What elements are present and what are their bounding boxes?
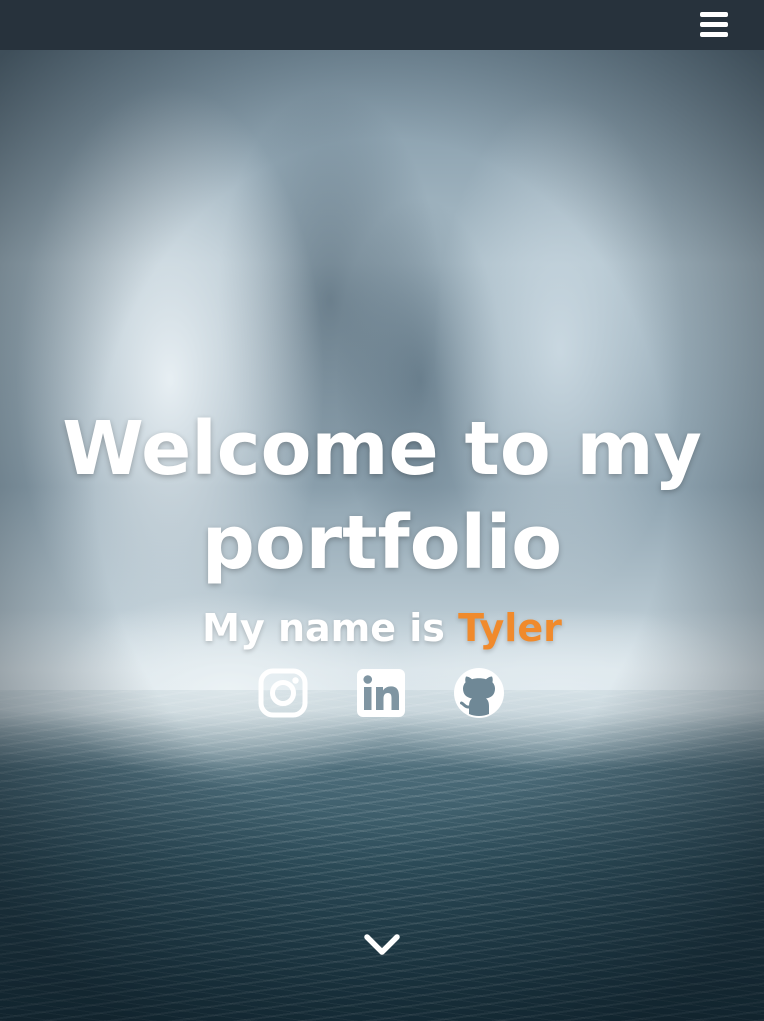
hamburger-menu-icon[interactable]: [700, 11, 728, 37]
page: Welcome to my portfolio My name is Tyler: [0, 0, 764, 1021]
linkedin-icon[interactable]: [354, 666, 408, 720]
social-links: [0, 666, 764, 722]
chevron-down-icon[interactable]: [364, 932, 400, 958]
subtitle-name: Tyler: [458, 606, 562, 650]
github-icon[interactable]: [452, 666, 506, 720]
hero-section: Welcome to my portfolio My name is Tyler: [0, 50, 764, 1021]
instagram-icon[interactable]: [256, 666, 310, 720]
hero-subtitle: My name is Tyler: [0, 605, 764, 651]
subtitle-prefix: My name is: [202, 606, 459, 650]
top-navbar: [0, 0, 764, 50]
hero-title: Welcome to my portfolio: [62, 406, 702, 586]
